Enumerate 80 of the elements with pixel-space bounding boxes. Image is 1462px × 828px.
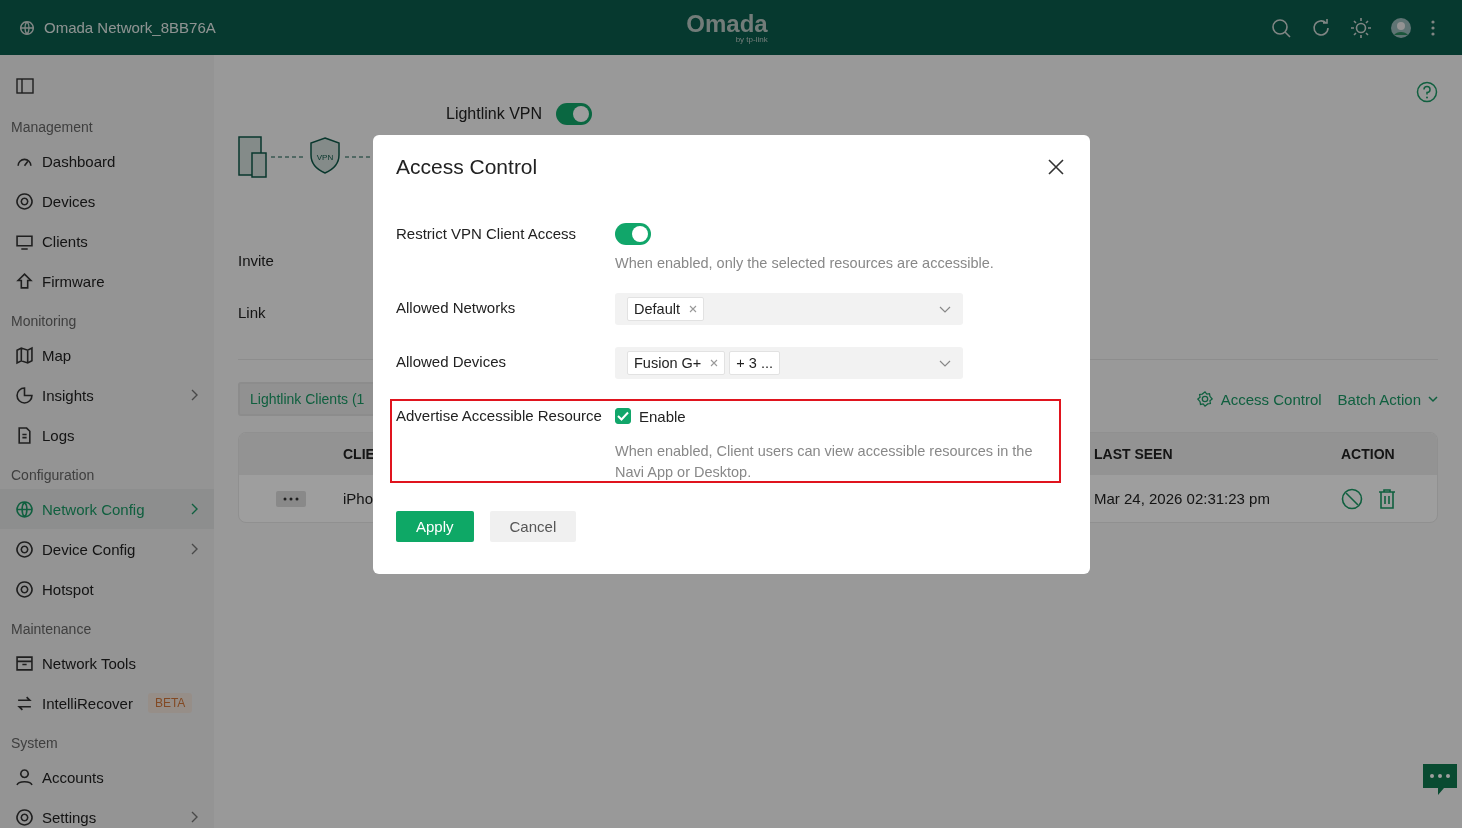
nav-icon (16, 346, 33, 364)
help-icon[interactable] (1416, 81, 1438, 103)
dots-icon (282, 496, 300, 501)
sidebar-item[interactable]: IntelliRecover BETA (0, 683, 214, 723)
section-heading: System (10, 734, 59, 753)
sidebar-item[interactable]: Firmware (0, 261, 214, 301)
field-label: Invite (238, 251, 274, 271)
table-cell-text: Mar 24, 2026 02:31:23 pm (1094, 490, 1271, 507)
remove-icon[interactable] (688, 305, 697, 313)
beta-badge: BETA (147, 693, 193, 713)
sidebar-item[interactable]: Device Config (0, 529, 214, 569)
close-icon[interactable] (1048, 159, 1064, 175)
search-icon[interactable] (1270, 16, 1292, 39)
selected-tag: Fusion G+ (627, 351, 726, 375)
more-button[interactable] (276, 490, 306, 507)
sidebar-item[interactable]: Devices (0, 181, 214, 221)
chevron-down-icon (939, 305, 951, 313)
nav-icon (16, 768, 33, 786)
section-heading: Management (10, 118, 94, 137)
sidebar-item[interactable]: Accounts (0, 757, 214, 797)
vpn-label: Lightlink VPN (446, 105, 543, 123)
nav-icon (16, 500, 33, 518)
nav-icon (16, 232, 33, 250)
section-heading: Maintenance (10, 620, 93, 639)
table-cell-text: iPho (343, 490, 375, 507)
column-header: ACTION (1341, 446, 1396, 462)
sidebar-item[interactable]: Map (0, 335, 214, 375)
hint-text: When enabled, Client users can view accessible resources in the Navi App or Desktop. (615, 442, 1034, 482)
cancel-button[interactable]: Cancel (489, 511, 577, 542)
sun-icon[interactable] (1350, 16, 1372, 39)
column-header: LAST SEEN (1094, 446, 1174, 462)
vpn-shield-label: VPN (316, 153, 334, 162)
vpn-toggle[interactable] (556, 103, 593, 125)
sidebar-item[interactable]: Network Tools (0, 643, 214, 683)
field-label: Restrict VPN Client Access (396, 224, 578, 244)
site-name: Omada Network_8BB76A (44, 19, 216, 36)
dialog-title: Access Control (396, 155, 538, 179)
field-label: Allowed Devices (396, 352, 508, 372)
chevron-down-icon (939, 359, 951, 367)
nav-icon (16, 808, 33, 826)
sidebar-item[interactable]: Dashboard (0, 141, 214, 181)
nav-icon (16, 272, 33, 290)
refresh-icon[interactable] (1310, 16, 1332, 39)
sidebar-item[interactable]: Clients (0, 221, 214, 261)
column-header: CLIE (343, 446, 376, 462)
gear-icon (1195, 390, 1214, 408)
nav-icon (16, 694, 33, 712)
multi-select-field[interactable]: Fusion G+ + 3 ... (615, 347, 963, 379)
nav-icon (16, 192, 33, 210)
sidebar-item[interactable]: Settings (0, 797, 214, 828)
check-icon (617, 411, 629, 421)
sidebar-item[interactable]: Hotspot (0, 569, 214, 609)
sidebar-toggle-icon[interactable] (16, 77, 34, 95)
sidebar-item[interactable]: Logs (0, 415, 214, 455)
caret-icon (1428, 395, 1438, 403)
nav-icon (16, 386, 33, 404)
restrict-access-toggle[interactable] (615, 223, 651, 245)
trash-icon[interactable] (1377, 487, 1397, 510)
nav-icon (16, 654, 33, 672)
more-tag: + 3 ... (729, 351, 780, 375)
more-icon[interactable] (1430, 18, 1436, 37)
nav-icon (16, 580, 33, 598)
globe-icon (18, 18, 36, 37)
remove-icon[interactable] (710, 359, 719, 367)
apply-button[interactable]: Apply (396, 511, 474, 542)
enable-checkbox[interactable]: Enable (615, 401, 1060, 431)
nav-icon (16, 540, 33, 558)
field-label: Advertise Accessible Resource (396, 406, 603, 426)
logo: Omada by tp-link (686, 11, 768, 44)
nav-icon (16, 426, 33, 444)
block-icon[interactable] (1341, 487, 1363, 510)
sidebar-item[interactable]: Insights (0, 375, 214, 415)
field-label: Allowed Networks (396, 298, 517, 318)
multi-select-field[interactable]: Default (615, 293, 963, 325)
field-label: Link (238, 303, 266, 323)
hint-text: When enabled, only the selected resources are accessible. (615, 255, 994, 271)
section-heading: Configuration (10, 466, 96, 485)
avatar-icon[interactable] (1390, 16, 1412, 39)
selected-tag: Default (627, 297, 704, 321)
section-heading: Monitoring (10, 312, 78, 331)
